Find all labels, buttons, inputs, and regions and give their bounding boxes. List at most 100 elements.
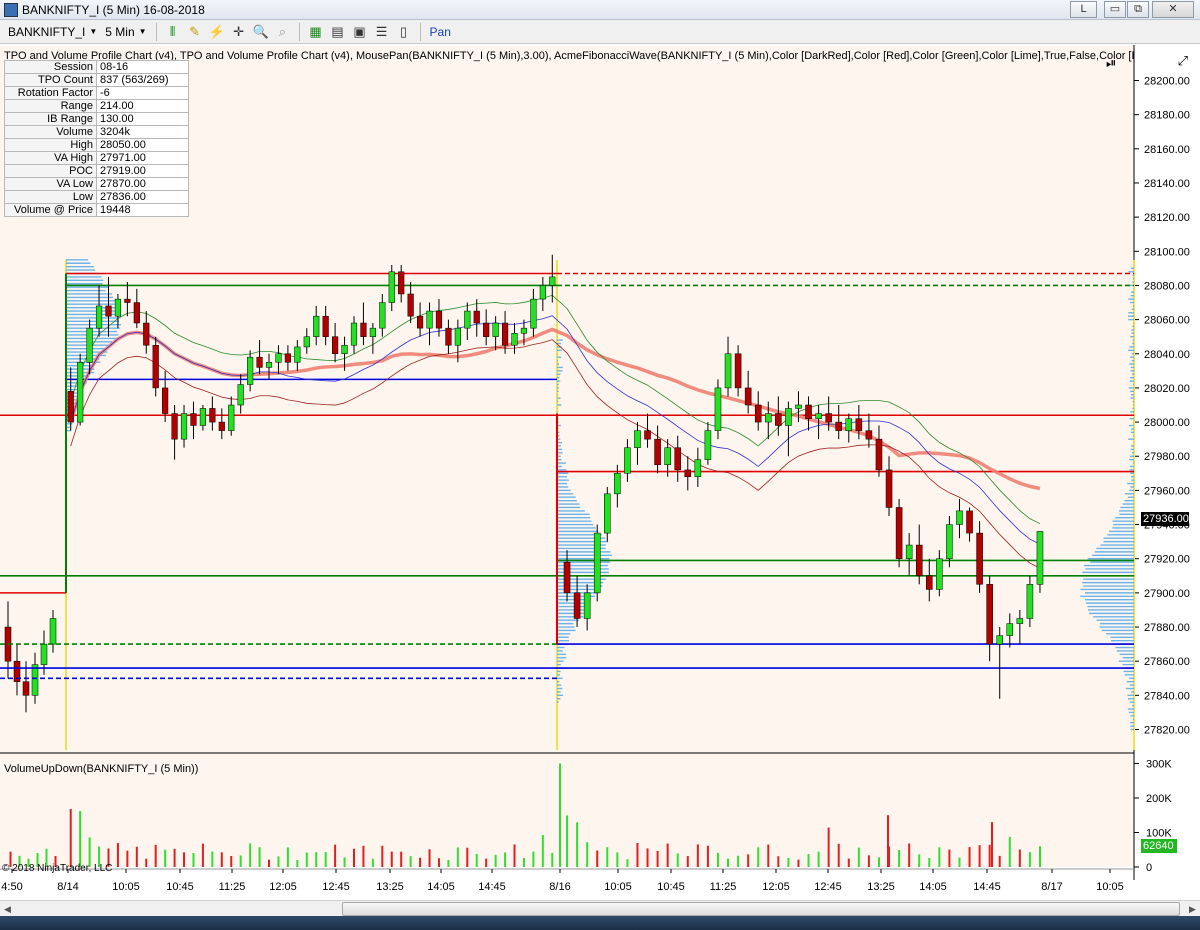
scroll-right-icon[interactable]: ▶ xyxy=(1185,902,1200,916)
properties-icon[interactable]: ☰ xyxy=(373,24,391,40)
info-row: IB Range 130.00 xyxy=(5,113,189,126)
time-axis-label: 14:05 xyxy=(919,881,947,893)
templates-icon[interactable]: ▣ xyxy=(351,24,369,40)
info-key: TPO Count xyxy=(5,74,97,87)
scroll-left-icon[interactable]: ◀ xyxy=(0,902,15,916)
info-key: Volume @ Price xyxy=(5,204,97,217)
candle-body xyxy=(219,422,225,431)
magnifier-icon[interactable]: ⌕ xyxy=(274,24,292,40)
candle-body xyxy=(1027,584,1033,618)
candle-body xyxy=(685,470,691,477)
info-key: VA Low xyxy=(5,178,97,191)
info-key: Range xyxy=(5,100,97,113)
candle-body xyxy=(172,414,178,440)
drawing-pencil-icon[interactable]: ✎ xyxy=(186,24,204,40)
chevron-down-icon: ▼ xyxy=(89,27,97,36)
copyright-text: © 2018 NinjaTrader, LLC xyxy=(2,863,112,874)
time-axis-label: 4:50 xyxy=(1,881,22,893)
candle-body xyxy=(247,357,253,384)
time-axis-label: 8/17 xyxy=(1041,881,1062,893)
scrollbar-thumb[interactable] xyxy=(342,902,1180,916)
crosshair-icon[interactable]: ✛ xyxy=(230,24,248,40)
drawing-tools-icon[interactable]: ⚡ xyxy=(208,24,226,40)
time-axis-label: 14:05 xyxy=(427,881,455,893)
app-icon xyxy=(4,3,18,17)
candle-body xyxy=(351,323,357,345)
candle-body xyxy=(134,303,140,323)
info-key: High xyxy=(5,139,97,152)
price-tick-label: 27820.00 xyxy=(1144,725,1190,737)
candle-body xyxy=(816,414,822,419)
time-axis-label: 12:05 xyxy=(762,881,790,893)
candle-body xyxy=(645,431,651,440)
price-tick-label: 28080.00 xyxy=(1144,280,1190,292)
info-row: TPO Count 837 (563/269) xyxy=(5,74,189,87)
info-value: 27919.00 xyxy=(97,165,189,178)
candle-body xyxy=(313,316,319,336)
candle-body xyxy=(594,533,600,593)
candle-body xyxy=(795,405,801,408)
time-axis-label: 11:25 xyxy=(219,881,246,893)
info-value: 28050.00 xyxy=(97,139,189,152)
candle-body xyxy=(502,323,508,345)
minimize-button[interactable]: ▭ xyxy=(1104,1,1126,18)
zoom-icon[interactable]: 🔍 xyxy=(252,24,270,40)
chart-area[interactable]: 28200.00 28180.00 28160.00 28140.00 28120.00… xyxy=(0,45,1200,900)
link-button[interactable]: L xyxy=(1070,1,1097,18)
play-pause-icon[interactable]: ⏯ xyxy=(1106,55,1116,71)
candle-body xyxy=(361,323,367,337)
price-tick-label: 27920.00 xyxy=(1144,554,1190,566)
volume-tick-label: 300K xyxy=(1146,758,1172,770)
candle-body xyxy=(228,405,234,431)
instrument-label: BANKNIFTY_I xyxy=(8,25,85,39)
candle-body xyxy=(665,448,671,465)
candle-body xyxy=(332,337,338,354)
toolbar-divider xyxy=(156,23,157,41)
data-box-icon[interactable]: ▯ xyxy=(395,24,413,40)
horizontal-scrollbar[interactable]: ◀ ▶ xyxy=(0,900,1200,916)
chart-toolbar: BANKNIFTY_I ▼ 5 Min ▼ ⫴ ✎ ⚡ ✛ 🔍 ⌕ ▦ ▤ ▣ ☰ … xyxy=(0,20,1200,44)
expand-icon[interactable]: ⤢ xyxy=(1178,53,1188,69)
candle-body xyxy=(427,311,433,328)
price-tick-label: 28000.00 xyxy=(1144,417,1190,429)
volume-tick-label: 100K xyxy=(1146,827,1172,839)
candle-body xyxy=(77,362,83,422)
candle-body xyxy=(896,507,902,558)
candle-body xyxy=(32,665,38,696)
candle-body xyxy=(210,408,216,422)
candle-body xyxy=(50,618,56,644)
time-axis-label: 14:45 xyxy=(478,881,506,893)
price-tick-label: 28020.00 xyxy=(1144,383,1190,395)
bar-type-icon[interactable]: ⫴ xyxy=(164,24,182,40)
info-value: 3204k xyxy=(97,126,189,139)
instrument-selector[interactable]: BANKNIFTY_I ▼ xyxy=(4,22,101,42)
candle-body xyxy=(370,328,376,337)
candle-body xyxy=(106,306,112,316)
candle-body xyxy=(604,494,610,533)
candle-body xyxy=(584,593,590,619)
time-axis-label: 10:05 xyxy=(1096,881,1124,893)
time-axis-label: 10:05 xyxy=(112,881,140,893)
candle-body xyxy=(1037,531,1043,584)
candle-body xyxy=(876,439,882,470)
price-tick-label: 27880.00 xyxy=(1144,622,1190,634)
candle-body xyxy=(806,405,812,419)
info-value: 19448 xyxy=(97,204,189,217)
candle-body xyxy=(191,414,197,426)
info-key: Rotation Factor xyxy=(5,87,97,100)
candle-body xyxy=(549,277,555,286)
price-tick-label: 28040.00 xyxy=(1144,349,1190,361)
indicators-icon[interactable]: ▦ xyxy=(307,24,325,40)
pan-button[interactable]: Pan xyxy=(430,25,451,39)
candle-body xyxy=(755,405,761,422)
candle-body xyxy=(705,431,711,460)
strategies-icon[interactable]: ▤ xyxy=(329,24,347,40)
close-button[interactable]: ✕ xyxy=(1152,1,1194,18)
candle-body xyxy=(304,337,310,347)
interval-selector[interactable]: 5 Min ▼ xyxy=(101,22,150,42)
candle-body xyxy=(745,388,751,405)
toolbar-divider xyxy=(420,23,421,41)
restore-button[interactable]: ⧉ xyxy=(1127,1,1149,18)
info-value: -6 xyxy=(97,87,189,100)
candle-body xyxy=(323,316,329,336)
